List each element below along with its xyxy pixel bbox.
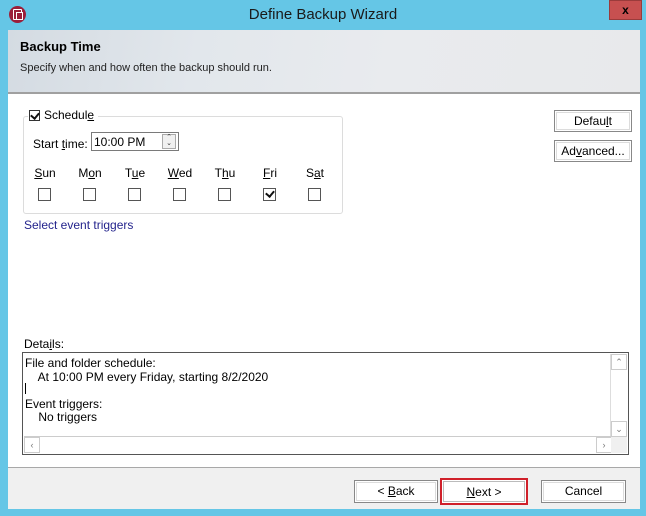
time-spinner[interactable]: ⌃ ⌄ (162, 134, 176, 149)
day-label: Sat (305, 166, 325, 180)
title-bar: Define Backup Wizard x (0, 0, 646, 30)
default-button[interactable]: Default (554, 110, 632, 132)
day-label: Fri (262, 166, 277, 180)
close-button[interactable]: x (609, 0, 642, 20)
start-time-value: 10:00 PM (94, 135, 146, 149)
day-label: Wed (167, 166, 193, 180)
day-checkbox[interactable] (173, 188, 186, 201)
schedule-checkbox-label[interactable]: Schedule (28, 108, 99, 122)
scroll-left-icon[interactable]: ‹ (24, 437, 40, 453)
scrollbar-corner (611, 437, 627, 453)
schedule-label: Schedule (44, 108, 95, 122)
day-checkbox[interactable] (263, 188, 276, 201)
details-label: Details: (24, 337, 65, 351)
back-button[interactable]: < Back (354, 480, 438, 503)
page-subtitle: Specify when and how often the backup sh… (20, 62, 272, 74)
schedule-checkbox[interactable] (29, 109, 40, 121)
day-checkbox[interactable] (83, 188, 96, 201)
day-label: Mon (78, 166, 102, 180)
day-checkbox[interactable] (218, 188, 231, 201)
details-textarea[interactable]: File and folder schedule: At 10:00 PM ev… (22, 352, 629, 455)
wizard-footer: < Back Next > Cancel (8, 467, 640, 509)
start-time-input[interactable]: 10:00 PM ⌃ ⌄ (91, 132, 179, 151)
cancel-button[interactable]: Cancel (541, 480, 626, 503)
horizontal-scrollbar[interactable]: ‹ › (24, 436, 612, 453)
spin-down-icon[interactable]: ⌄ (163, 140, 175, 147)
day-checkbox[interactable] (38, 188, 51, 201)
advanced-button[interactable]: Advanced... (554, 140, 632, 162)
next-button[interactable]: Next > (440, 478, 528, 505)
wizard-header: Backup Time Specify when and how often t… (8, 30, 640, 94)
start-time-label: Start time: (33, 137, 88, 151)
scroll-up-icon[interactable]: ⌃ (611, 354, 627, 370)
day-checkbox[interactable] (308, 188, 321, 201)
day-label: Thu (214, 166, 236, 180)
select-event-triggers-link[interactable]: Select event triggers (24, 218, 133, 232)
window-title: Define Backup Wizard (248, 6, 398, 23)
page-title: Backup Time (20, 39, 101, 54)
text-caret (25, 383, 26, 394)
vertical-scrollbar[interactable]: ⌃ ⌄ (610, 354, 627, 437)
scroll-down-icon[interactable]: ⌄ (611, 421, 627, 437)
wizard-client-area: Backup Time Specify when and how often t… (8, 30, 640, 509)
day-checkbox[interactable] (128, 188, 141, 201)
day-label: Sun (34, 166, 56, 180)
day-label: Tue (124, 166, 146, 180)
scroll-right-icon[interactable]: › (596, 437, 612, 453)
details-text: File and folder schedule: At 10:00 PM ev… (25, 356, 269, 424)
